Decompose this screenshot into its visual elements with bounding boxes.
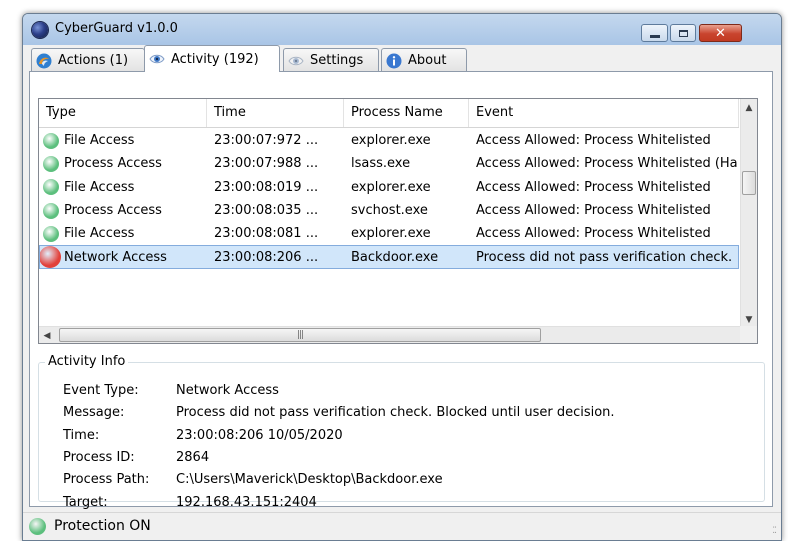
- row-event: Process did not pass verification check.: [476, 249, 733, 265]
- activity-tab-panel: Type Time Process Name Event File Access…: [29, 71, 773, 510]
- table-row[interactable]: File Access 23:00:08:019 ... explorer.ex…: [39, 176, 739, 199]
- activity-list[interactable]: Type Time Process Name Event File Access…: [38, 98, 758, 344]
- info-icon: [386, 53, 402, 68]
- row-time: 23:00:08:019 ...: [214, 179, 319, 195]
- status-dot-icon: [43, 132, 59, 149]
- row-type: File Access: [64, 133, 135, 149]
- row-type: Network Access: [64, 249, 167, 265]
- row-process: explorer.exe: [351, 226, 431, 242]
- vertical-scroll-thumb[interactable]: [742, 171, 756, 195]
- info-value: 2864: [176, 449, 210, 465]
- tab-label: Actions (1): [58, 53, 129, 68]
- activity-info-title: Activity Info: [45, 354, 129, 369]
- close-button[interactable]: ✕: [699, 24, 742, 42]
- info-value: 192.168.43.151:2404: [176, 494, 317, 510]
- app-window: CyberGuard v1.0.0 ✕ Actions (1) Activity…: [22, 13, 782, 541]
- tab-strip: Actions (1) Activity (192) Settings Abou…: [23, 45, 781, 72]
- activity-info-group: Activity Info Event Type: Network Access…: [38, 354, 765, 510]
- info-event-type: Event Type: Network Access: [63, 383, 279, 398]
- scroll-up-icon[interactable]: ▲: [741, 99, 757, 116]
- title-bar[interactable]: CyberGuard v1.0.0 ✕: [23, 14, 781, 45]
- info-label: Message:: [63, 405, 125, 421]
- minimize-icon: [649, 34, 660, 38]
- tab-label: About: [408, 53, 447, 68]
- tab-settings[interactable]: Settings: [283, 48, 379, 72]
- column-header-process-name[interactable]: Process Name: [344, 99, 469, 127]
- status-dot-icon: [43, 179, 59, 196]
- table-row[interactable]: Process Access 23:00:07:988 ... lsass.ex…: [39, 152, 739, 175]
- column-header-event[interactable]: Event: [469, 99, 739, 127]
- window-title: CyberGuard v1.0.0: [55, 21, 178, 36]
- info-label: Process Path:: [63, 472, 150, 488]
- status-dot-icon: [39, 246, 61, 269]
- row-type: Process Access: [64, 156, 162, 172]
- row-type: File Access: [64, 226, 135, 242]
- info-label: Event Type:: [63, 383, 139, 398]
- column-header-type[interactable]: Type: [39, 99, 207, 127]
- horizontal-scroll-thumb[interactable]: |||: [59, 328, 541, 342]
- table-row-selected[interactable]: Network Access 23:00:08:206 ... Backdoor…: [39, 245, 739, 269]
- row-type: File Access: [64, 179, 135, 195]
- info-process-path: Process Path: C:\Users\Maverick\Desktop\…: [63, 472, 443, 487]
- table-row[interactable]: File Access 23:00:07:972 ... explorer.ex…: [39, 129, 739, 152]
- eye-icon: [288, 56, 304, 65]
- horizontal-scrollbar[interactable]: ◀ ||| ▶: [39, 326, 757, 343]
- tab-label: Activity (192): [171, 51, 259, 67]
- row-process: explorer.exe: [351, 133, 431, 149]
- info-message: Message: Process did not pass verificati…: [63, 405, 615, 420]
- protection-status-text: Protection ON: [54, 518, 151, 534]
- row-time: 23:00:08:035 ...: [214, 203, 319, 219]
- info-value: 23:00:08:206 10/05/2020: [176, 427, 343, 443]
- info-label: Target:: [63, 494, 108, 510]
- info-value: Process did not pass verification check.…: [176, 405, 615, 421]
- column-header-time[interactable]: Time: [207, 99, 344, 127]
- eye-icon: [149, 54, 165, 64]
- info-time: Time: 23:00:08:206 10/05/2020: [63, 428, 343, 443]
- row-process: svchost.exe: [351, 203, 428, 219]
- minimize-button[interactable]: [641, 24, 668, 42]
- close-icon: ✕: [715, 25, 726, 41]
- row-time: 23:00:08:081 ...: [214, 226, 319, 242]
- row-event: Access Allowed: Process Whitelisted (Ha: [476, 156, 738, 172]
- row-time: 23:00:07:988 ...: [214, 156, 319, 172]
- maximize-icon: [678, 29, 688, 37]
- row-process: Backdoor.exe: [351, 249, 439, 265]
- info-label: Process ID:: [63, 449, 135, 465]
- row-event: Access Allowed: Process Whitelisted: [476, 203, 711, 219]
- row-process: explorer.exe: [351, 179, 431, 195]
- row-time: 23:00:07:972 ...: [214, 133, 319, 149]
- protection-status-icon: [29, 518, 46, 535]
- info-label: Time:: [63, 427, 100, 443]
- scrollbar-corner: [740, 326, 757, 343]
- tab-activity[interactable]: Activity (192): [144, 45, 280, 72]
- table-row[interactable]: Process Access 23:00:08:035 ... svchost.…: [39, 199, 739, 222]
- row-type: Process Access: [64, 203, 162, 219]
- info-value: Network Access: [176, 383, 279, 398]
- vertical-scrollbar[interactable]: ▲ ▼: [740, 99, 757, 328]
- info-target: Target: 192.168.43.151:2404: [63, 495, 317, 510]
- status-dot-icon: [43, 225, 59, 242]
- resize-grip-icon[interactable]: ⁚⁚: [772, 526, 777, 536]
- info-process-id: Process ID: 2864: [63, 450, 209, 465]
- tab-label: Settings: [310, 53, 364, 68]
- row-event: Access Allowed: Process Whitelisted: [476, 226, 711, 242]
- tab-actions[interactable]: Actions (1): [31, 48, 145, 72]
- app-logo-icon: [32, 22, 48, 38]
- row-event: Access Allowed: Process Whitelisted: [476, 133, 711, 149]
- status-dot-icon: [43, 202, 59, 219]
- list-header: Type Time Process Name Event: [39, 99, 739, 128]
- table-row[interactable]: File Access 23:00:08:081 ... explorer.ex…: [39, 222, 739, 245]
- maximize-button[interactable]: [670, 24, 696, 42]
- row-event: Access Allowed: Process Whitelisted: [476, 179, 711, 195]
- swirl-icon: [36, 53, 52, 68]
- list-rows: File Access 23:00:07:972 ... explorer.ex…: [39, 129, 739, 269]
- info-value: C:\Users\Maverick\Desktop\Backdoor.exe: [176, 472, 443, 488]
- scroll-left-icon[interactable]: ◀: [39, 327, 55, 343]
- row-time: 23:00:08:206 ...: [214, 249, 319, 265]
- status-bar: Protection ON ⁚⁚: [23, 512, 781, 540]
- tab-about[interactable]: About: [381, 48, 467, 72]
- status-dot-icon: [43, 155, 59, 172]
- row-process: lsass.exe: [351, 156, 411, 172]
